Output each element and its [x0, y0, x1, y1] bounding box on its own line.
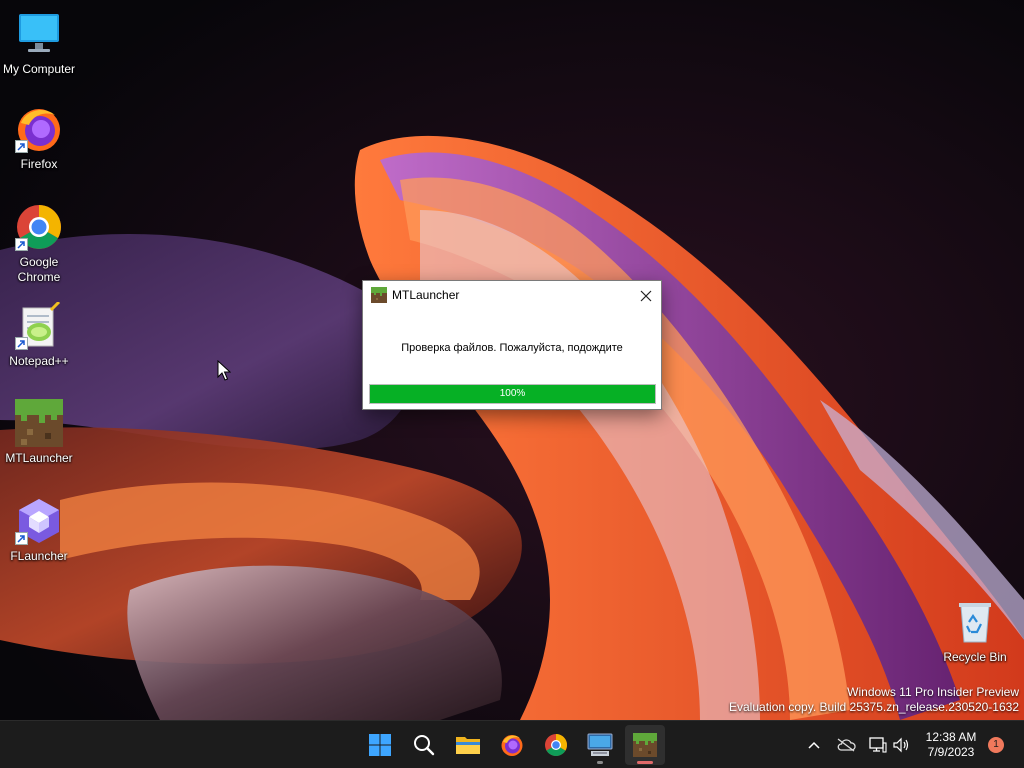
desktop-icon-firefox[interactable]: Firefox: [0, 105, 78, 172]
taskbar-search-button[interactable]: [404, 725, 444, 765]
watermark-build: Evaluation copy. Build 25375.zn_release.…: [729, 700, 1019, 714]
taskbar-clock[interactable]: 12:38 AM 7/9/2023: [918, 730, 984, 760]
desktop-icon-label: Recycle Bin: [943, 650, 1007, 664]
minecraft-grass-block-icon: [633, 733, 657, 757]
progress-label: 100%: [499, 388, 526, 399]
desktop-icon-mtlauncher[interactable]: MTLauncher: [0, 399, 78, 466]
cloud-offline-icon: [837, 738, 856, 752]
desktop-icon-google-chrome[interactable]: Google Chrome: [0, 203, 78, 285]
firefox-icon: [501, 735, 523, 756]
keyboard-monitor-icon: [587, 733, 613, 756]
windows-evaluation-watermark: Windows 11 Pro Insider Preview Evaluatio…: [729, 685, 1019, 715]
shortcut-arrow-icon: [15, 532, 28, 545]
desktop-icon-label: Google Chrome: [17, 255, 61, 284]
notification-badge[interactable]: 1: [988, 737, 1004, 753]
chrome-icon: [545, 734, 567, 756]
onedrive-tray-button[interactable]: [836, 735, 856, 755]
watermark-edition: Windows 11 Pro Insider Preview: [847, 685, 1019, 699]
folder-icon: [456, 737, 480, 754]
volume-tray-button[interactable]: [891, 735, 911, 755]
taskbar-start-button[interactable]: [360, 725, 400, 765]
windows-start-icon: [369, 734, 391, 756]
desktop-icon-label: Notepad++: [9, 354, 69, 368]
minecraft-grass-block-icon: [371, 287, 387, 303]
taskbar-chrome-button[interactable]: [536, 725, 576, 765]
dialog-title: MTLauncher: [392, 288, 460, 302]
desktop-icon-recycle-bin[interactable]: Recycle Bin: [936, 598, 1014, 665]
chevron-up-icon: [808, 741, 820, 749]
desktop-icon-notepad-plus-plus[interactable]: Notepad++: [0, 300, 78, 369]
shortcut-arrow-icon: [15, 337, 28, 350]
mtlauncher-dialog: MTLauncher Проверка файлов. Пожалуйста, …: [362, 280, 662, 410]
show-hidden-icons-button[interactable]: [804, 735, 824, 755]
taskbar-remote-desktop-button[interactable]: [580, 725, 620, 765]
shortcut-arrow-icon: [15, 140, 28, 153]
running-indicator: [597, 761, 603, 764]
close-button[interactable]: [631, 281, 661, 310]
minecraft-grass-block-icon: [15, 399, 63, 447]
desktop-icon-my-computer[interactable]: My Computer: [0, 10, 78, 77]
dialog-titlebar[interactable]: MTLauncher: [363, 281, 661, 310]
close-icon: [640, 290, 652, 301]
desktop-icon-label: FLauncher: [10, 549, 68, 563]
desktop-icon-label: MTLauncher: [5, 451, 73, 465]
volume-icon: [893, 737, 909, 753]
clock-date: 7/9/2023: [927, 745, 975, 759]
shortcut-arrow-icon: [15, 238, 28, 251]
progress-bar: 100%: [369, 384, 656, 404]
taskbar: 12:38 AM 7/9/2023 1: [0, 720, 1024, 768]
active-indicator: [637, 761, 653, 764]
taskbar-firefox-button[interactable]: [492, 725, 532, 765]
search-icon: [414, 735, 435, 756]
network-tray-button[interactable]: [868, 735, 888, 755]
desktop-icon-label: My Computer: [2, 62, 76, 76]
desktop-icon-label: Firefox: [20, 157, 58, 171]
taskbar-mtlauncher-button[interactable]: [625, 725, 665, 765]
network-icon: [869, 737, 887, 753]
desktop-icon-flauncher[interactable]: FLauncher: [0, 497, 78, 564]
taskbar-file-explorer-button[interactable]: [448, 725, 488, 765]
mouse-cursor-icon: [217, 360, 231, 381]
clock-time: 12:38 AM: [925, 730, 977, 744]
desktop: My Computer Firefox Google Chrome Notepa…: [0, 0, 1024, 720]
recycle-bin-icon: [959, 603, 991, 643]
monitor-icon: [19, 14, 59, 52]
dialog-message: Проверка файлов. Пожалуйста, подождите: [401, 342, 623, 354]
